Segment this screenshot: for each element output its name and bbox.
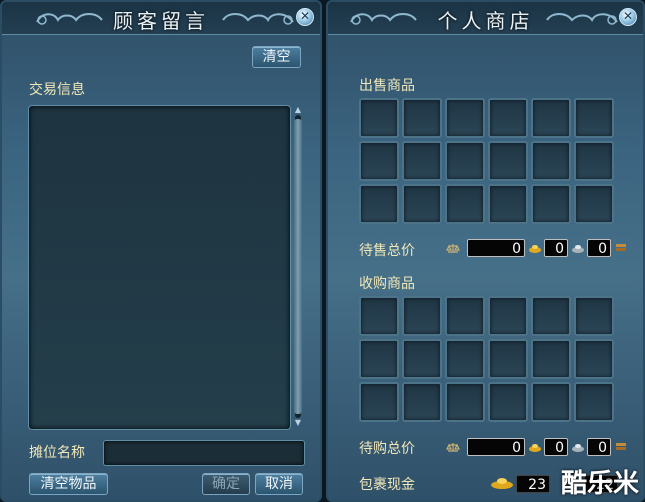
balance-scale-icon <box>446 244 460 253</box>
cash-gold-value: 23 <box>516 475 550 493</box>
buy-slot[interactable] <box>574 339 614 379</box>
trade-info-label: 交易信息 <box>29 82 85 98</box>
clear-button[interactable]: 清空 <box>252 46 301 68</box>
customer-message-panel: 顾客留言 ✕ 清空 交易信息 ▲ ▼ 摊位名称 清空物品 确定 取消 <box>0 0 322 502</box>
buy-slot[interactable] <box>531 382 571 422</box>
sell-copper-value: 0 <box>587 239 611 257</box>
sell-slot[interactable] <box>574 141 614 181</box>
buy-total-label: 待购总价 <box>359 441 415 457</box>
buy-slot[interactable] <box>359 296 399 336</box>
sell-slot[interactable] <box>488 98 528 138</box>
buy-item-grid <box>359 296 614 422</box>
copper-coins-icon <box>616 443 626 450</box>
sell-total-price: 0 0 0 <box>440 238 630 258</box>
buy-copper-value: 0 <box>587 438 611 456</box>
scrollbar[interactable]: ▲ ▼ <box>293 105 303 428</box>
title-bar[interactable]: 个人商店 ✕ <box>328 2 643 35</box>
buy-slot[interactable] <box>359 382 399 422</box>
buy-slot[interactable] <box>531 296 571 336</box>
sell-slot[interactable] <box>402 98 442 138</box>
buy-items-label: 收购商品 <box>359 276 415 292</box>
buy-slot[interactable] <box>445 382 485 422</box>
sell-slot[interactable] <box>359 98 399 138</box>
buy-slot[interactable] <box>445 296 485 336</box>
cloud-ornament-icon <box>222 13 294 25</box>
title-bar[interactable]: 顾客留言 ✕ <box>2 2 320 35</box>
watermark-text: 酷乐米 <box>560 469 639 499</box>
sell-slot[interactable] <box>531 98 571 138</box>
sell-items-label: 出售商品 <box>359 78 415 94</box>
silver-ingot-icon <box>572 444 584 452</box>
buy-slot[interactable] <box>574 382 614 422</box>
sell-slot[interactable] <box>445 184 485 224</box>
sell-total-label: 待售总价 <box>359 243 415 259</box>
buy-slot[interactable] <box>445 339 485 379</box>
sell-slot[interactable] <box>402 141 442 181</box>
sell-slot[interactable] <box>359 141 399 181</box>
buy-slot[interactable] <box>488 296 528 336</box>
sell-slot[interactable] <box>445 98 485 138</box>
sell-slot[interactable] <box>445 141 485 181</box>
cancel-button[interactable]: 取消 <box>255 473 303 495</box>
balance-scale-icon <box>446 443 460 452</box>
sell-slot[interactable] <box>574 184 614 224</box>
buy-slot[interactable] <box>402 296 442 336</box>
clear-items-button[interactable]: 清空物品 <box>29 473 108 495</box>
buy-slot[interactable] <box>574 296 614 336</box>
cash-label: 包裹现金 <box>359 477 415 493</box>
confirm-button[interactable]: 确定 <box>202 473 250 495</box>
sell-slot[interactable] <box>402 184 442 224</box>
sell-gold-value: 0 <box>467 239 525 257</box>
sell-slot[interactable] <box>488 141 528 181</box>
sell-slot[interactable] <box>359 184 399 224</box>
buy-slot[interactable] <box>531 339 571 379</box>
buy-total-price: 0 0 0 <box>440 437 630 457</box>
stall-name-label: 摊位名称 <box>29 445 85 461</box>
copper-coins-icon <box>616 244 626 251</box>
buy-gold-value: 0 <box>467 438 525 456</box>
gold-ingot-icon <box>491 478 513 489</box>
cloud-ornament-icon <box>546 13 618 25</box>
close-icon[interactable]: ✕ <box>296 8 314 26</box>
sell-slot[interactable] <box>574 98 614 138</box>
scroll-thumb[interactable] <box>294 119 302 414</box>
sell-slot[interactable] <box>531 184 571 224</box>
stall-name-input[interactable] <box>103 440 305 466</box>
sell-slot[interactable] <box>531 141 571 181</box>
sell-slot[interactable] <box>488 184 528 224</box>
gold-ingot-icon <box>529 444 541 452</box>
scroll-down-icon[interactable]: ▼ <box>293 418 303 428</box>
scroll-up-icon[interactable]: ▲ <box>293 105 303 115</box>
close-icon[interactable]: ✕ <box>619 8 637 26</box>
buy-slot[interactable] <box>488 382 528 422</box>
personal-shop-panel: 个人商店 ✕ 出售商品 待售总价 0 0 0 收购商品 待购总价 0 0 0 包… <box>326 0 645 502</box>
sell-silver-value: 0 <box>544 239 568 257</box>
buy-slot[interactable] <box>402 339 442 379</box>
sell-item-grid <box>359 98 614 224</box>
buy-silver-value: 0 <box>544 438 568 456</box>
buy-slot[interactable] <box>359 339 399 379</box>
gold-ingot-icon <box>529 245 541 253</box>
silver-ingot-icon <box>572 245 584 253</box>
buy-slot[interactable] <box>402 382 442 422</box>
buy-slot[interactable] <box>488 339 528 379</box>
trade-info-textarea[interactable] <box>28 105 291 430</box>
